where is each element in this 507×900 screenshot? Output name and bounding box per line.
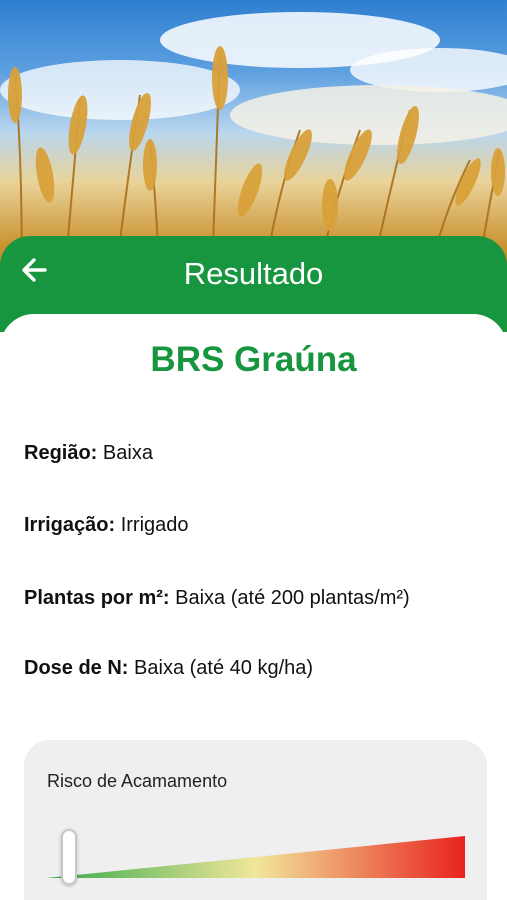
info-label: Região:	[24, 442, 98, 464]
info-label: Plantas por m²:	[24, 587, 170, 609]
info-row-plantas: Plantas por m²: Baixa (até 200 plantas/m…	[24, 587, 410, 610]
risk-label: Risco de Acamamento	[47, 771, 228, 791]
info-value: Irrigado	[120, 514, 189, 536]
page-title: Resultado	[183, 256, 324, 291]
info-row-irrigacao: Irrigação: Irrigado	[24, 514, 189, 537]
info-row-dose-n: Dose de N: Baixa (até 40 kg/ha)	[24, 657, 313, 680]
variety-name: BRS Graúna	[150, 340, 357, 379]
info-value: Baixa	[102, 442, 153, 464]
info-row-regiao: Região: Baixa	[24, 442, 153, 465]
info-value: Baixa (até 200 plantas/m²)	[175, 587, 410, 609]
risk-gauge-knob	[61, 829, 77, 885]
info-label: Dose de N:	[24, 657, 129, 679]
risk-gauge	[46, 836, 465, 878]
info-label: Irrigação:	[24, 514, 116, 536]
info-value: Baixa (até 40 kg/ha)	[134, 657, 314, 679]
